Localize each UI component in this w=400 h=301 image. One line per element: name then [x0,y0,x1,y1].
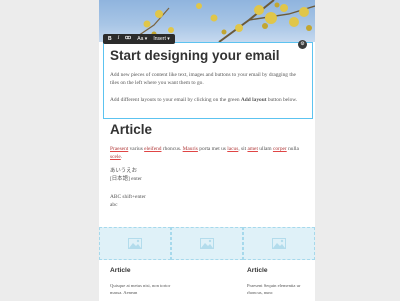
insert-button[interactable]: Insert ▾ [150,34,172,44]
image-placeholder-row [99,227,315,260]
column-2-title[interactable]: Article [247,267,268,274]
abc-line-2: abc [110,201,118,208]
chevron-down-icon: ▾ [143,36,148,42]
insert-label: Insert [153,36,166,42]
image-placeholder-icon [272,238,286,249]
link-icon [125,35,132,40]
article-japanese-text[interactable]: あいうえお [日本語] enter [110,168,300,184]
gear-icon[interactable]: ⚙ [298,40,307,49]
chevron-down-icon: ▾ [165,36,170,42]
article-text: rhoncus. [161,146,183,152]
column-1-text[interactable]: Quisque at metus nisi, non tortor massa.… [110,283,172,296]
image-placeholder[interactable] [243,227,315,260]
column-1-title[interactable]: Article [110,267,131,274]
image-placeholder-icon [200,238,214,249]
text-format-toolbar: B I Aa ▾ Insert ▾ [103,34,175,44]
selected-text-block-outline [103,42,313,119]
image-placeholder[interactable] [99,227,171,260]
misspelled-word: scele [110,153,121,160]
column-2-text[interactable]: Praesent Sequin elementia ur rhoncus, nu… [247,283,309,296]
article-text: nulla [286,146,299,152]
font-size-button[interactable]: Aa ▾ [134,34,150,44]
japanese-line-2: [日本語] enter [110,175,142,182]
japanese-line-1: あいうえお [110,168,137,174]
article-body[interactable]: Praesent varius eleifend rhoncus. Mauris… [110,146,300,162]
misspelled-word: corper [272,146,287,152]
article-text: varius [128,146,145,152]
misspelled-word: Praesent [110,146,129,152]
image-placeholder-icon [128,238,142,249]
article-abc-text[interactable]: ABC shift+enter abc [110,194,300,210]
abc-line-1: ABC shift+enter [110,194,146,200]
bold-button[interactable]: B [105,34,115,44]
link-button[interactable] [122,34,134,44]
misspelled-word: eleifend [144,146,162,152]
article-text: ullam [257,146,273,152]
article-text: . [120,153,123,160]
misspelled-word: Mauris [182,146,198,152]
block-settings-glyph: ⚙ [300,41,305,47]
misspelled-word: amet [247,146,258,152]
italic-button[interactable]: I [115,34,123,44]
misspelled-word: lacus [227,146,239,152]
article-text: porta met us [197,146,228,152]
article-title[interactable]: Article [110,122,152,137]
image-placeholder[interactable] [171,227,243,260]
